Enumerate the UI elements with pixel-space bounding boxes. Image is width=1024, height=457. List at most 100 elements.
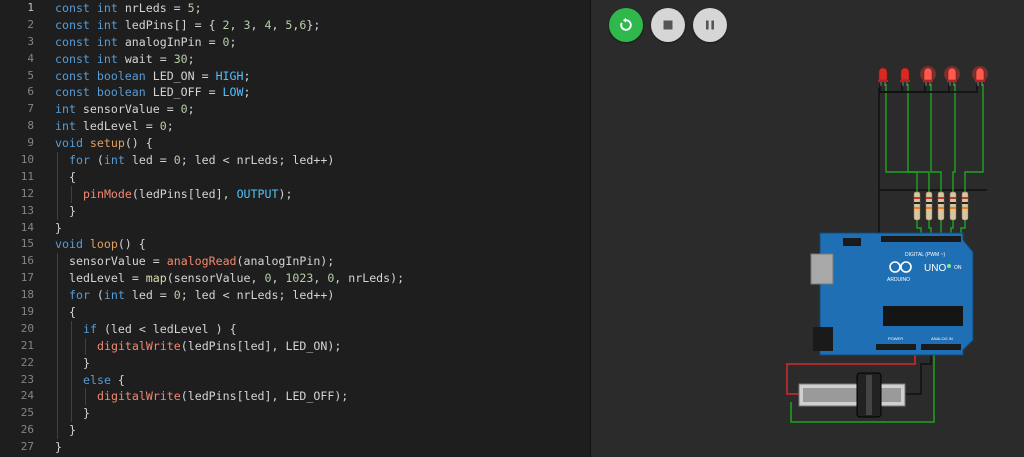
code-line[interactable]: 24 digitalWrite(ledPins[led], LED_OFF); xyxy=(0,388,590,406)
power-header xyxy=(876,344,916,350)
code-token: void xyxy=(55,136,83,151)
indent-guide xyxy=(57,371,58,389)
code-token: , xyxy=(271,271,286,286)
code-line[interactable]: 18 for (int led = 0; led < nrLeds; led++) xyxy=(0,287,590,305)
led[interactable] xyxy=(972,66,988,86)
code-token: if xyxy=(83,321,97,336)
line-number: 16 xyxy=(20,254,34,268)
code-line[interactable]: 3 const int analogInPin = 0; xyxy=(0,34,590,51)
resistor[interactable] xyxy=(913,191,921,221)
code-lines[interactable]: 1 const int nrLeds = 5; 2 const int ledPins… xyxy=(0,0,590,456)
code-line[interactable]: 21 digitalWrite(ledPins[led], LED_ON); xyxy=(0,337,590,355)
led[interactable] xyxy=(920,66,936,86)
code-token: } xyxy=(69,203,76,218)
code-line[interactable]: 14} xyxy=(0,220,590,237)
code-line[interactable]: 25} xyxy=(0,405,590,423)
code-line[interactable]: 11 { xyxy=(0,168,590,186)
code-line[interactable]: 12 pinMode(ledPins[led], OUTPUT); xyxy=(0,185,590,203)
code-token: void xyxy=(55,237,83,252)
code-line[interactable]: 22} xyxy=(0,354,590,372)
code-token: ( xyxy=(89,288,104,303)
code-token: digitalWrite xyxy=(97,389,181,404)
code-token: sensorValue = xyxy=(75,102,181,117)
code-line[interactable]: 4 const int wait = 30; xyxy=(0,51,590,68)
code-editor[interactable]: 1 const int nrLeds = 5; 2 const int ledPins… xyxy=(0,0,591,457)
circuit-canvas[interactable]: DIGITAL (PWM ~) ARDUINO UNO ON POWER ANA… xyxy=(591,0,1024,457)
code-line[interactable]: 20 if (led < ledLevel ) { xyxy=(0,320,590,338)
resistor[interactable] xyxy=(925,191,933,221)
indent-guide xyxy=(57,287,58,305)
line-number: 12 xyxy=(20,186,34,200)
code-line[interactable]: 23 else { xyxy=(0,371,590,389)
resistor[interactable] xyxy=(949,191,957,221)
code-text: int sensorValue = 0; xyxy=(55,101,195,118)
code-line[interactable]: 10 for (int led = 0; led < nrLeds; led++) xyxy=(0,152,590,169)
code-token: ( xyxy=(89,153,104,168)
analog-header xyxy=(921,344,961,350)
indent-guide xyxy=(85,388,86,406)
indent-guide xyxy=(71,354,72,372)
microcontroller-chip xyxy=(883,306,963,326)
code-line[interactable]: 27} xyxy=(0,439,590,456)
code-text: for (int led = 0; led < nrLeds; led++) xyxy=(69,287,334,304)
indent-guide xyxy=(57,270,58,288)
code-line[interactable]: 17 ledLevel = map(sensorValue, 0, 1023, 0… xyxy=(0,270,590,288)
code-line[interactable]: 2 const int ledPins[] = { 2, 3, 4, 5,6}; xyxy=(0,17,590,34)
led-ground-wire xyxy=(879,84,903,93)
on-label: ON xyxy=(954,265,962,271)
code-text: else { xyxy=(83,372,125,389)
line-number: 15 xyxy=(20,237,34,251)
code-token: int xyxy=(103,153,125,168)
code-line[interactable]: 9 void setup() { xyxy=(0,135,590,152)
code-line[interactable]: 13} xyxy=(0,202,590,220)
code-line[interactable]: 26} xyxy=(0,422,590,440)
indent-guide xyxy=(57,337,58,355)
code-token: 0 xyxy=(173,288,181,303)
code-line[interactable]: 15 void loop() { xyxy=(0,236,590,253)
code-line[interactable]: 5 const boolean LED_ON = HIGH; xyxy=(0,68,590,85)
code-line[interactable]: 19 { xyxy=(0,304,590,321)
led[interactable] xyxy=(878,67,888,86)
code-text: digitalWrite(ledPins[led], LED_ON); xyxy=(97,338,341,355)
resistor[interactable] xyxy=(961,191,969,221)
code-line[interactable]: 16 sensorValue = analogRead(analogInPin); xyxy=(0,253,590,271)
led-wire xyxy=(964,84,984,192)
code-token: const xyxy=(55,34,90,49)
line-number: 26 xyxy=(20,423,34,437)
code-token: wait = xyxy=(117,51,174,66)
line-number: 18 xyxy=(20,288,34,302)
code-line[interactable]: 1 const int nrLeds = 5; xyxy=(0,0,590,17)
code-token: const xyxy=(55,68,90,83)
code-text: { xyxy=(69,169,76,186)
code-line[interactable]: 7 int sensorValue = 0; xyxy=(0,101,590,118)
potentiometer[interactable] xyxy=(798,372,906,418)
code-token: int xyxy=(103,288,125,303)
code-line[interactable]: 8 int ledLevel = 0; xyxy=(0,118,590,135)
code-token: ledPins[] = { xyxy=(117,17,223,32)
line-number: 4 xyxy=(27,51,34,65)
code-token: LED_ON = xyxy=(145,68,216,83)
code-token: OUTPUT xyxy=(236,186,279,201)
led-wire xyxy=(952,84,956,192)
code-token: { xyxy=(69,169,76,184)
code-token: int xyxy=(55,119,76,134)
code-token: } xyxy=(55,220,62,235)
code-token: int xyxy=(96,1,118,15)
line-number: 7 xyxy=(27,102,34,116)
led[interactable] xyxy=(944,66,960,86)
code-token: ; xyxy=(243,68,251,83)
code-line[interactable]: 6 const boolean LED_OFF = LOW; xyxy=(0,84,590,101)
line-number: 10 xyxy=(20,153,34,167)
led[interactable] xyxy=(900,67,910,86)
code-token: pinMode xyxy=(83,186,132,201)
code-token: }; xyxy=(306,17,321,32)
resistor[interactable] xyxy=(937,191,945,221)
code-token: int xyxy=(55,102,76,117)
arduino-board[interactable]: DIGITAL (PWM ~) ARDUINO UNO ON POWER ANA… xyxy=(810,232,974,356)
line-number: 25 xyxy=(20,406,34,420)
code-token: (ledPins[led], LED_OFF); xyxy=(180,389,349,404)
code-token: } xyxy=(83,355,90,370)
line-number: 2 xyxy=(27,17,34,31)
